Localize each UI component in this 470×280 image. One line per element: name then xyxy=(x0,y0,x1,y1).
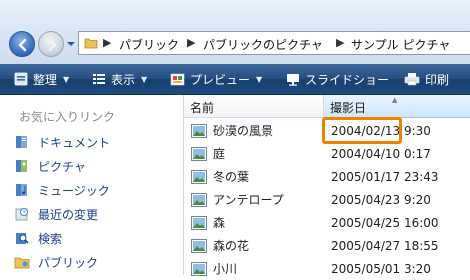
date-taken-cell: 2005/05/01 3:20 xyxy=(331,262,431,276)
table-row[interactable]: 森 2005/04/25 16:00 xyxy=(184,212,470,234)
date-taken-cell: 2005/04/23 9:20 xyxy=(331,193,431,207)
slideshow-button[interactable]: スライドショー xyxy=(286,64,389,94)
favorite-link-label: ドキュメント xyxy=(38,135,111,150)
file-name-cell: 小川 xyxy=(191,260,237,277)
print-icon xyxy=(404,73,420,86)
organize-label: 整理 xyxy=(33,72,58,87)
image-file-icon xyxy=(191,146,207,161)
recent-changes-icon xyxy=(15,208,28,221)
breadcrumb-separator[interactable]: ▶ xyxy=(103,36,111,49)
table-row[interactable]: アンテロープ 2005/04/23 9:20 xyxy=(184,189,470,211)
preview-dropdown-icon: ▼ xyxy=(256,74,263,84)
print-button[interactable]: 印刷 xyxy=(404,64,449,94)
preview-icon xyxy=(170,73,185,85)
organize-button[interactable]: 整理 ▼ xyxy=(14,64,69,94)
public-folder-icon xyxy=(14,257,30,269)
favorite-links-heading: お気に入りリンク xyxy=(19,110,116,124)
favorite-link-label: パブリック xyxy=(38,255,99,270)
address-field[interactable]: ▶ パブリック ▶ パブリックのピクチャ ▶ サンプル ピクチャ xyxy=(78,31,470,55)
image-file-icon xyxy=(191,169,207,184)
preview-button[interactable]: プレビュー ▼ xyxy=(170,64,262,94)
date-taken-cell: 2005/01/17 23:43 xyxy=(331,170,439,184)
image-file-icon xyxy=(191,215,207,230)
favorite-link-public[interactable]: パブリック xyxy=(14,252,98,272)
breadcrumb-separator[interactable]: ▶ xyxy=(336,36,344,49)
favorite-link-label: 検索 xyxy=(38,231,63,246)
image-file-icon xyxy=(191,261,207,276)
favorite-link-recent-changes[interactable]: 最近の変更 xyxy=(14,204,98,224)
recent-pages-dropdown-icon[interactable] xyxy=(66,40,76,48)
date-taken-cell: 2004/04/10 0:17 xyxy=(331,147,431,161)
table-row[interactable]: 小川 2005/05/01 3:20 xyxy=(184,258,470,280)
documents-icon xyxy=(16,136,27,148)
sort-ascending-icon: ▲ xyxy=(392,96,398,104)
table-row[interactable]: 冬の葉 2005/01/17 23:43 xyxy=(184,166,470,188)
file-name: アンテロープ xyxy=(213,193,284,207)
views-label: 表示 xyxy=(111,72,136,87)
file-name-cell: アンテロープ xyxy=(191,191,284,208)
image-file-icon xyxy=(191,123,207,138)
date-highlight-box xyxy=(322,117,402,144)
table-row[interactable]: 森の花 2005/04/27 18:55 xyxy=(184,235,470,257)
favorite-link-label: ミュージック xyxy=(38,183,110,198)
file-name-cell: 冬の葉 xyxy=(191,168,249,185)
folder-icon xyxy=(84,38,98,49)
music-icon xyxy=(16,184,27,196)
date-taken-cell: 2005/04/25 16:00 xyxy=(331,216,439,230)
forward-button[interactable] xyxy=(38,31,64,57)
file-name: 森 xyxy=(213,216,226,230)
views-icon xyxy=(93,74,105,84)
search-folder-icon xyxy=(16,233,29,244)
image-file-icon xyxy=(191,192,207,207)
forward-arrow-icon xyxy=(48,38,57,52)
column-header-name[interactable]: 名前 xyxy=(184,95,324,118)
file-name-cell: 砂漠の風景 xyxy=(191,122,273,139)
file-name: 庭 xyxy=(213,147,226,161)
organize-dropdown-icon: ▼ xyxy=(63,74,70,84)
file-name: 森の花 xyxy=(213,239,250,253)
navigation-pane: お気に入りリンク ドキュメント ピクチャ ミュージック 最近の変更 検索 パブリ… xyxy=(0,95,183,275)
favorite-link-label: 最近の変更 xyxy=(38,207,99,222)
pictures-icon xyxy=(16,160,27,172)
views-button[interactable]: 表示 ▼ xyxy=(92,64,147,94)
column-header-date-taken[interactable]: 撮影日 ▲ xyxy=(324,95,470,118)
column-header-date-label: 撮影日 xyxy=(330,101,367,115)
address-bar-area: ▶ パブリック ▶ パブリックのピクチャ ▶ サンプル ピクチャ xyxy=(0,0,470,64)
file-name: 砂漠の風景 xyxy=(213,124,274,138)
slideshow-icon xyxy=(287,74,299,86)
file-name-cell: 森 xyxy=(191,214,225,231)
table-row[interactable]: 庭 2004/04/10 0:17 xyxy=(184,143,470,165)
breadcrumb-sample-pictures[interactable]: サンプル ピクチャ xyxy=(351,36,450,53)
file-name-cell: 森の花 xyxy=(191,237,249,254)
image-file-icon xyxy=(191,238,207,253)
favorite-link-search[interactable]: 検索 xyxy=(14,228,62,248)
organize-icon xyxy=(14,72,28,86)
back-arrow-icon xyxy=(18,38,27,52)
favorite-link-documents[interactable]: ドキュメント xyxy=(14,132,110,152)
views-dropdown-icon: ▼ xyxy=(141,74,148,84)
breadcrumb-public-pictures[interactable]: パブリックのピクチャ xyxy=(203,36,323,53)
command-toolbar: 整理 ▼ 表示 ▼ プレビュー ▼ スライドショー 印刷 xyxy=(0,64,470,95)
file-name: 冬の葉 xyxy=(213,170,250,184)
preview-label: プレビュー xyxy=(190,72,251,87)
breadcrumb-separator[interactable]: ▶ xyxy=(187,36,195,49)
print-label: 印刷 xyxy=(425,72,450,87)
file-name: 小川 xyxy=(213,262,238,276)
date-taken-cell: 2005/04/27 18:55 xyxy=(331,239,439,253)
slideshow-label: スライドショー xyxy=(305,72,390,87)
favorite-link-music[interactable]: ミュージック xyxy=(14,180,110,200)
favorite-link-pictures[interactable]: ピクチャ xyxy=(14,156,86,176)
favorite-link-label: ピクチャ xyxy=(38,159,86,174)
file-name-cell: 庭 xyxy=(191,145,225,162)
back-button[interactable] xyxy=(9,31,35,57)
breadcrumb-public[interactable]: パブリック xyxy=(119,36,179,53)
